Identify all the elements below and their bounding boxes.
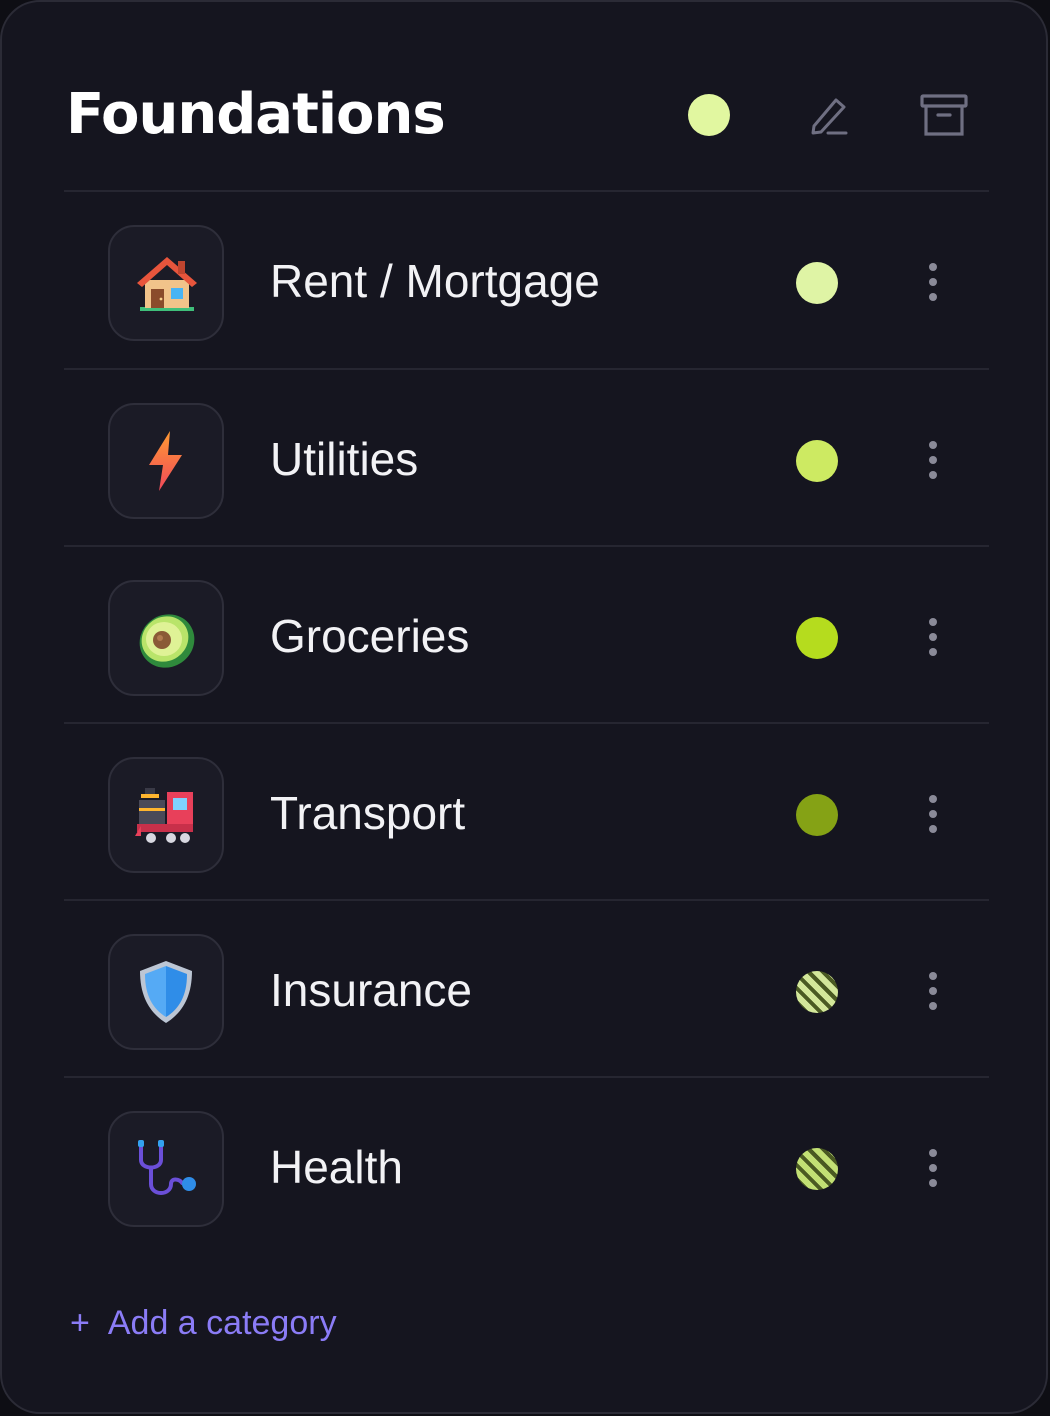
category-label: Transport (270, 787, 466, 839)
add-category-label: Add a category (107, 1304, 337, 1342)
divider (64, 545, 989, 547)
group-header: Foundations (66, 80, 986, 150)
divider (64, 368, 989, 370)
lightning-icon-box[interactable] (108, 403, 224, 519)
more-options-button[interactable] (918, 791, 948, 837)
category-color-dot[interactable] (796, 971, 838, 1013)
category-color-dot[interactable] (796, 617, 838, 659)
category-label: Health (270, 1141, 403, 1193)
category-label: Groceries (270, 610, 470, 662)
category-color-dot[interactable] (796, 262, 838, 304)
more-options-button[interactable] (918, 968, 948, 1014)
avocado-icon (139, 614, 195, 668)
divider (64, 1076, 989, 1078)
category-label: Insurance (270, 964, 473, 1016)
more-options-button[interactable] (918, 1145, 948, 1191)
plus-icon: + (70, 1304, 90, 1342)
house-icon-box[interactable] (108, 225, 224, 341)
category-color-dot[interactable] (796, 794, 838, 836)
category-row-groceries[interactable]: Groceries (64, 548, 989, 723)
divider (64, 722, 989, 724)
more-options-button[interactable] (918, 437, 948, 483)
shield-icon-box[interactable] (108, 934, 224, 1050)
category-row-utilities[interactable]: Utilities (64, 371, 989, 546)
category-group-card: Foundations Rent / Mortgage Utilities Gr… (0, 0, 1048, 1414)
edit-button[interactable] (804, 90, 854, 140)
category-row-health[interactable]: Health (64, 1079, 989, 1254)
group-color-dot[interactable] (688, 94, 730, 136)
shield-icon (140, 961, 192, 1023)
pencil-icon (811, 98, 848, 135)
divider (64, 899, 989, 901)
category-color-dot[interactable] (796, 440, 838, 482)
train-icon (135, 788, 193, 843)
archive-button[interactable] (919, 90, 969, 140)
avocado-icon-box[interactable] (108, 580, 224, 696)
train-icon-box[interactable] (108, 757, 224, 873)
house-icon (137, 257, 197, 311)
stethoscope-icon-box[interactable] (108, 1111, 224, 1227)
more-options-button[interactable] (918, 614, 948, 660)
category-label: Utilities (270, 433, 419, 485)
category-row-transport[interactable]: Transport (64, 725, 989, 900)
category-color-dot[interactable] (796, 1148, 838, 1190)
category-row-insurance[interactable]: Insurance (64, 902, 989, 1077)
group-title: Foundations (66, 82, 446, 147)
add-category-button[interactable]: + Add a category (70, 1298, 337, 1348)
archive-box-icon (920, 94, 968, 136)
category-row-rent[interactable]: Rent / Mortgage (64, 193, 989, 368)
divider (64, 190, 989, 192)
category-label: Rent / Mortgage (270, 255, 600, 307)
lightning-bolt-icon (149, 431, 182, 491)
more-options-button[interactable] (918, 259, 948, 305)
stethoscope-icon (138, 1140, 196, 1195)
